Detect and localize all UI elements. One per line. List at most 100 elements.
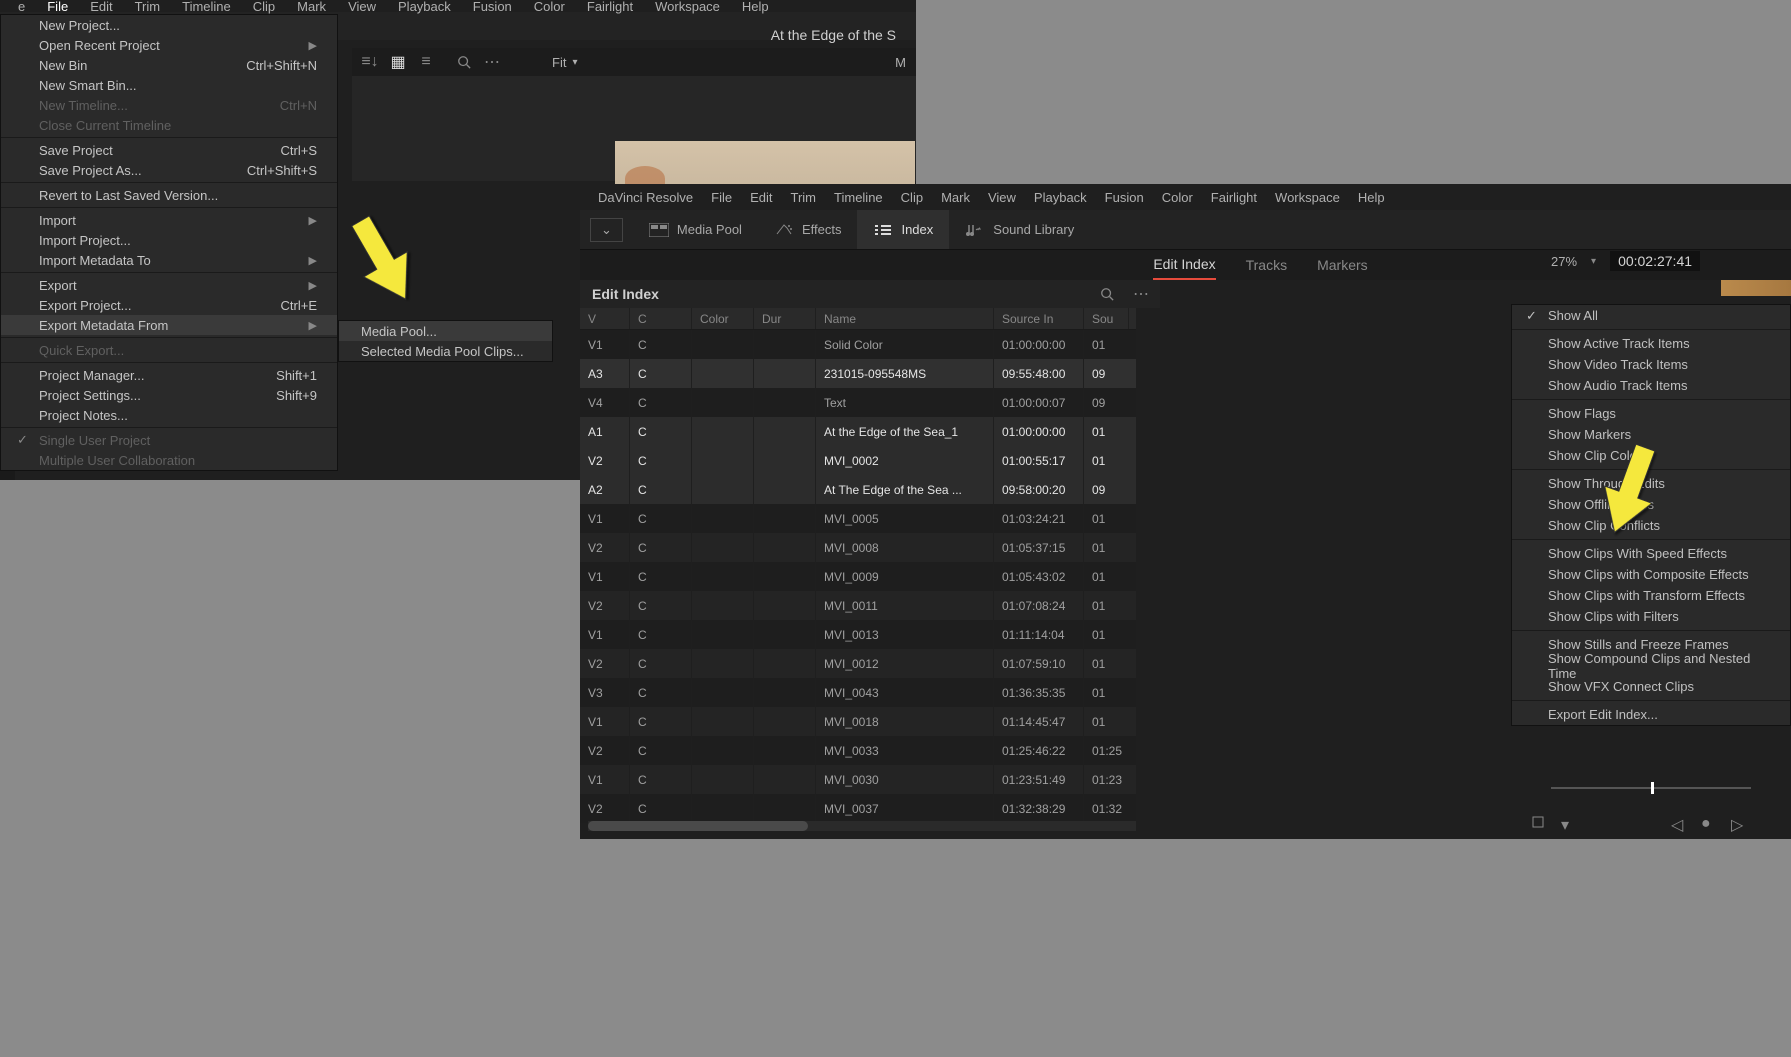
context-item-show-audio-track-items[interactable]: Show Audio Track Items — [1512, 375, 1790, 396]
menu-item-import[interactable]: Import▶ — [1, 210, 337, 230]
table-row[interactable]: V1CMVI_000501:03:24:2101 — [580, 504, 1136, 533]
menu-help[interactable]: Help — [742, 0, 769, 14]
search-icon[interactable] — [456, 54, 472, 70]
context-item-show-video-track-items[interactable]: Show Video Track Items — [1512, 354, 1790, 375]
context-item-show-clips-with-filters[interactable]: Show Clips with Filters — [1512, 606, 1790, 627]
menu-fusion-r[interactable]: Fusion — [1105, 190, 1144, 205]
context-item-show-vfx-connect-clips[interactable]: Show VFX Connect Clips — [1512, 676, 1790, 697]
menu-fusion[interactable]: Fusion — [473, 0, 512, 14]
table-row[interactable]: V1CSolid Color01:00:00:0001 — [580, 330, 1136, 359]
tab-tracks[interactable]: Tracks — [1246, 251, 1287, 279]
table-row[interactable]: V1CMVI_003001:23:51:4901:23 — [580, 765, 1136, 794]
fit-dropdown[interactable]: Fit ▾ — [552, 55, 577, 70]
menu-item-new-smart-bin-[interactable]: New Smart Bin... — [1, 75, 337, 95]
menu-mark-r[interactable]: Mark — [941, 190, 970, 205]
more-icon[interactable]: ⋯ — [484, 54, 500, 70]
horizontal-scrollbar[interactable] — [588, 821, 1136, 831]
menu-workspace[interactable]: Workspace — [655, 0, 720, 14]
index-button[interactable]: Index — [857, 210, 949, 249]
th-name[interactable]: Name — [816, 308, 994, 329]
chevron-down-icon[interactable]: ▾ — [1591, 256, 1596, 267]
sound-library-button[interactable]: Sound Library — [949, 210, 1090, 249]
context-item-show-all[interactable]: ✓Show All — [1512, 305, 1790, 326]
scrollbar-thumb[interactable] — [588, 821, 808, 831]
submenu-item-selected-media-pool-clips-[interactable]: Selected Media Pool Clips... — [339, 341, 552, 361]
menu-playback[interactable]: Playback — [398, 0, 451, 14]
menu-fairlight[interactable]: Fairlight — [587, 0, 633, 14]
table-row[interactable]: V2CMVI_003701:32:38:2901:32 — [580, 794, 1136, 823]
menu-davinci[interactable]: DaVinci Resolve — [598, 190, 693, 205]
menu-trim-r[interactable]: Trim — [791, 190, 817, 205]
effects-button[interactable]: Effects — [758, 210, 858, 249]
more-icon[interactable]: ⋯ — [1130, 283, 1152, 305]
table-row[interactable]: A3C231015-095548MS09:55:48:0009 — [580, 359, 1136, 388]
th-sou[interactable]: Sou — [1084, 308, 1129, 329]
table-row[interactable]: V2CMVI_000801:05:37:1501 — [580, 533, 1136, 562]
menu-item-project-settings-[interactable]: Project Settings...Shift+9 — [1, 385, 337, 405]
table-row[interactable]: A1CAt the Edge of the Sea_101:00:00:0001 — [580, 417, 1136, 446]
menu-color[interactable]: Color — [534, 0, 565, 14]
menu-file-e[interactable]: e — [18, 0, 25, 14]
context-item-show-flags[interactable]: Show Flags — [1512, 403, 1790, 424]
menu-item-export-metadata-from[interactable]: Export Metadata From▶ — [1, 315, 337, 335]
menu-item-save-project-as-[interactable]: Save Project As...Ctrl+Shift+S — [1, 160, 337, 180]
media-pool-button[interactable]: Media Pool — [633, 210, 758, 249]
crop-icon[interactable] — [1531, 815, 1545, 829]
tab-markers[interactable]: Markers — [1317, 251, 1368, 279]
menu-edit-r[interactable]: Edit — [750, 190, 772, 205]
dot-icon[interactable]: ● — [1701, 815, 1715, 829]
table-row[interactable]: V1CMVI_001301:11:14:0401 — [580, 620, 1136, 649]
menu-color-r[interactable]: Color — [1162, 190, 1193, 205]
menu-workspace-r[interactable]: Workspace — [1275, 190, 1340, 205]
table-row[interactable]: V2CMVI_000201:00:55:1701 — [580, 446, 1136, 475]
menu-file[interactable]: File — [47, 0, 68, 14]
search-icon[interactable] — [1096, 283, 1118, 305]
context-item-show-active-track-items[interactable]: Show Active Track Items — [1512, 333, 1790, 354]
menu-timeline-r[interactable]: Timeline — [834, 190, 883, 205]
menu-item-import-metadata-to[interactable]: Import Metadata To▶ — [1, 250, 337, 270]
table-row[interactable]: V2CMVI_001101:07:08:2401 — [580, 591, 1136, 620]
menu-item-project-manager-[interactable]: Project Manager...Shift+1 — [1, 365, 337, 385]
grid-view-icon[interactable]: ▦ — [390, 54, 406, 70]
menu-item-new-bin[interactable]: New BinCtrl+Shift+N — [1, 55, 337, 75]
menu-view[interactable]: View — [348, 0, 376, 14]
th-c[interactable]: C — [630, 308, 692, 329]
menu-help-r[interactable]: Help — [1358, 190, 1385, 205]
table-row[interactable]: V4CText01:00:00:0709 — [580, 388, 1136, 417]
context-item-show-clips-with-composite-effects[interactable]: Show Clips with Composite Effects — [1512, 564, 1790, 585]
menu-item-revert-to-last-saved-version-[interactable]: Revert to Last Saved Version... — [1, 185, 337, 205]
menu-item-export[interactable]: Export▶ — [1, 275, 337, 295]
menu-item-save-project[interactable]: Save ProjectCtrl+S — [1, 140, 337, 160]
expand-button[interactable]: ⌄ — [590, 218, 623, 242]
menu-trim[interactable]: Trim — [135, 0, 161, 14]
menu-fairlight-r[interactable]: Fairlight — [1211, 190, 1257, 205]
th-v[interactable]: V — [580, 308, 630, 329]
sort-icon[interactable]: ≡↓ — [362, 54, 378, 70]
submenu-item-media-pool-[interactable]: Media Pool... — [339, 321, 552, 341]
table-row[interactable]: V2CMVI_003301:25:46:2201:25 — [580, 736, 1136, 765]
menu-item-project-notes-[interactable]: Project Notes... — [1, 405, 337, 425]
menu-item-new-project-[interactable]: New Project... — [1, 15, 337, 35]
zoom-slider-thumb[interactable] — [1651, 782, 1654, 794]
table-row[interactable]: V2CMVI_001201:07:59:1001 — [580, 649, 1136, 678]
dropdown-icon[interactable]: ▾ — [1561, 815, 1575, 829]
context-item-show-clips-with-speed-effects[interactable]: Show Clips With Speed Effects — [1512, 543, 1790, 564]
menu-timeline[interactable]: Timeline — [182, 0, 231, 14]
menu-clip[interactable]: Clip — [253, 0, 275, 14]
table-row[interactable]: V1CMVI_001801:14:45:4701 — [580, 707, 1136, 736]
menu-item-import-project-[interactable]: Import Project... — [1, 230, 337, 250]
menu-file-r[interactable]: File — [711, 190, 732, 205]
timecode[interactable]: 00:02:27:41 — [1610, 251, 1700, 271]
menu-edit[interactable]: Edit — [90, 0, 112, 14]
zoom-percent[interactable]: 27% — [1551, 254, 1577, 269]
menu-playback-r[interactable]: Playback — [1034, 190, 1087, 205]
context-item-show-compound-clips-and-nested-time[interactable]: Show Compound Clips and Nested Time — [1512, 655, 1790, 676]
menu-view-r[interactable]: View — [988, 190, 1016, 205]
menu-item-open-recent-project[interactable]: Open Recent Project▶ — [1, 35, 337, 55]
th-source-in[interactable]: Source In — [994, 308, 1084, 329]
th-color[interactable]: Color — [692, 308, 754, 329]
list-view-icon[interactable]: ≡ — [418, 54, 434, 70]
menu-item-export-project-[interactable]: Export Project...Ctrl+E — [1, 295, 337, 315]
th-dur[interactable]: Dur — [754, 308, 816, 329]
table-row[interactable]: V3CMVI_004301:36:35:3501 — [580, 678, 1136, 707]
